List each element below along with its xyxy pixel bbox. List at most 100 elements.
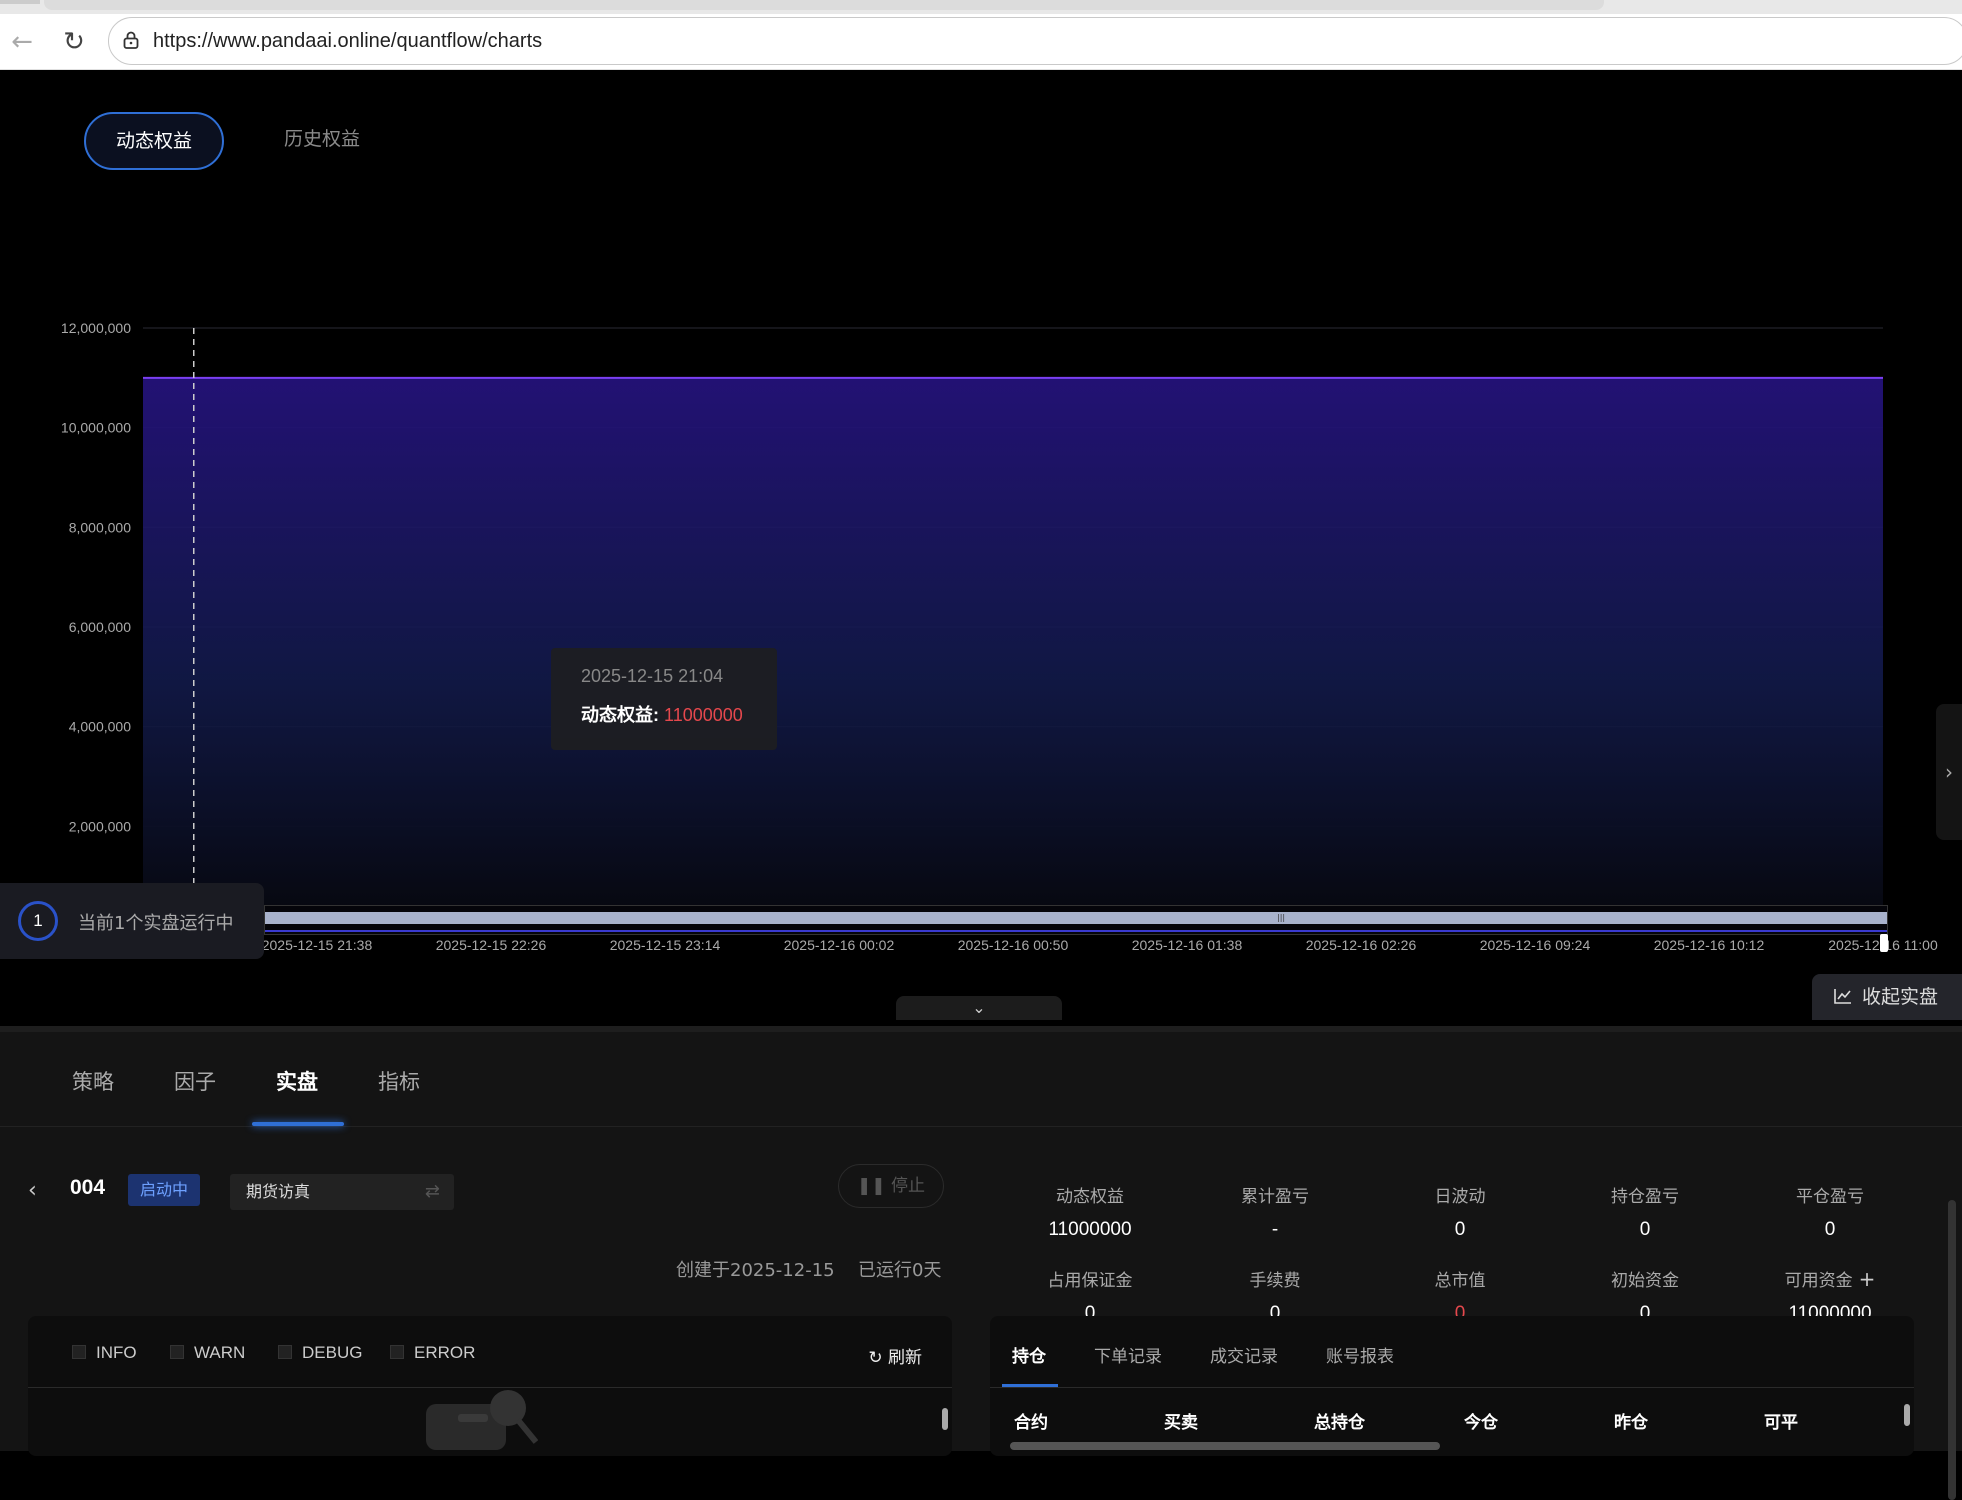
- positions-hscrollbar[interactable]: [1010, 1442, 1440, 1450]
- checkbox[interactable]: [390, 1345, 404, 1359]
- running-live-badge[interactable]: 1 当前1个实盘运行中: [0, 883, 264, 959]
- collapse-chevron-down-icon[interactable]: ⌄: [896, 996, 1062, 1020]
- metric-label: 持仓盈亏: [1611, 1187, 1679, 1207]
- stop-label: 停止: [890, 1176, 925, 1196]
- filter-debug[interactable]: DEBUG: [278, 1343, 362, 1363]
- equity-chart-svg: 02,000,0004,000,0006,000,0008,000,00010,…: [61, 320, 1938, 953]
- url-text: https://www.pandaai.online/quantflow/cha…: [153, 30, 543, 52]
- metric-dynamic-equity: 动态权益 11000000: [1000, 1182, 1180, 1241]
- back-arrow-icon[interactable]: ←: [4, 24, 40, 60]
- slider-baseline: [265, 930, 1887, 932]
- y-tick-label: 12,000,000: [61, 320, 131, 336]
- tab-dynamic-equity[interactable]: 动态权益: [84, 112, 225, 170]
- created-at: 创建于2025-12-15: [676, 1260, 835, 1281]
- metric-position-pnl: 持仓盈亏 0: [1555, 1182, 1735, 1241]
- metric-cumulative-pnl: 累计盈亏 -: [1185, 1182, 1365, 1241]
- tab-factor[interactable]: 因子: [174, 1066, 216, 1096]
- x-tick-label: 2025-12-15 22:26: [436, 937, 547, 953]
- side-expand-chevron-icon[interactable]: ›: [1936, 704, 1962, 840]
- data-zoom-slider[interactable]: |||: [264, 905, 1888, 935]
- column-header: 今仓: [1464, 1413, 1498, 1433]
- filter-warn[interactable]: WARN: [170, 1343, 245, 1363]
- running-days: 已运行0天: [858, 1260, 942, 1281]
- panel-scrollbar[interactable]: [1948, 1200, 1956, 1500]
- log-filter-bar: INFO WARN DEBUG ERROR ↻ 刷新: [28, 1316, 952, 1388]
- checkbox[interactable]: [170, 1345, 184, 1359]
- tab-account-report[interactable]: 账号报表: [1326, 1342, 1394, 1367]
- environment-select[interactable]: 期货访真 ⇄: [230, 1174, 454, 1210]
- y-tick-label: 4,000,000: [69, 719, 131, 735]
- browser-tab-strip: [0, 0, 1962, 14]
- metric-label: 日波动: [1434, 1187, 1486, 1207]
- x-tick-label: 2025-12-16 00:02: [784, 937, 895, 953]
- metric-label: 累计盈亏: [1241, 1187, 1309, 1207]
- swap-icon: ⇄: [424, 1181, 440, 1202]
- collapse-live-button[interactable]: 收起实盘: [1812, 974, 1962, 1020]
- tab-strategy[interactable]: 策略: [72, 1066, 114, 1096]
- filter-label: DEBUG: [302, 1343, 363, 1362]
- y-tick-label: 2,000,000: [69, 818, 131, 834]
- line-chart-icon: [1834, 989, 1851, 1004]
- column-header: 可平: [1764, 1413, 1798, 1433]
- address-bar: ← ↻ https://www.pandaai.online/quantflow…: [0, 14, 1962, 70]
- metric-label: 总市值: [1434, 1271, 1486, 1291]
- refresh-button[interactable]: ↻ 刷新: [868, 1343, 922, 1368]
- metric-value: 0: [1639, 1219, 1651, 1240]
- metric-value: 11000000: [1048, 1219, 1132, 1240]
- filter-info[interactable]: INFO: [72, 1343, 137, 1363]
- log-scrollbar[interactable]: [942, 1408, 948, 1430]
- filter-label: WARN: [194, 1343, 246, 1362]
- slider-end-handle[interactable]: [1880, 934, 1888, 952]
- filter-error[interactable]: ERROR: [390, 1343, 475, 1363]
- metric-label-text: 可用资金: [1784, 1271, 1853, 1291]
- y-tick-label: 10,000,000: [61, 420, 131, 436]
- chart-tooltip: 2025-12-15 21:04 动态权益: 11000000: [551, 648, 777, 750]
- active-tab-underline: [1002, 1384, 1058, 1387]
- column-header: 合约: [1014, 1413, 1048, 1433]
- strategy-code: 004: [70, 1176, 106, 1199]
- metric-label: 动态权益: [1056, 1187, 1124, 1207]
- tab-live[interactable]: 实盘: [276, 1066, 318, 1096]
- x-tick-label: 2025-12-16 01:38: [1132, 937, 1243, 953]
- plus-icon[interactable]: +: [1859, 1267, 1876, 1291]
- active-tab-underline: [252, 1122, 344, 1126]
- tab-orders[interactable]: 下单记录: [1094, 1342, 1162, 1367]
- x-tick-label: 2025-12-15 21:38: [262, 937, 373, 953]
- log-panel: INFO WARN DEBUG ERROR ↻ 刷新: [28, 1316, 952, 1456]
- tooltip-row: 动态权益: 11000000: [581, 701, 777, 727]
- x-tick-label: 2025-12-16 09:24: [1480, 937, 1591, 953]
- app-main: 动态权益 历史权益 0 2,000,000 4,000,000 6,000,000 8,…: [0, 70, 1962, 1500]
- reload-icon[interactable]: ↻: [56, 24, 92, 60]
- browser-tab[interactable]: [44, 0, 1604, 10]
- url-field[interactable]: https://www.pandaai.online/quantflow/cha…: [108, 17, 1962, 65]
- running-count-ring: 1: [18, 901, 58, 941]
- metric-label: 平仓盈亏: [1796, 1187, 1864, 1207]
- checkbox[interactable]: [72, 1345, 86, 1359]
- main-tabs: 策略 因子 实盘 指标: [0, 1032, 1962, 1127]
- positions-tabs: 持仓 下单记录 成交记录 账号报表: [990, 1316, 1914, 1388]
- slider-grip-icon[interactable]: |||: [1277, 914, 1287, 922]
- y-tick-label: 6,000,000: [69, 619, 131, 635]
- x-tick-label: 2025-12-16 10:12: [1654, 937, 1765, 953]
- positions-vscrollbar[interactable]: [1904, 1404, 1910, 1426]
- metrics-grid: 动态权益 11000000 累计盈亏 - 日波动 0 持仓盈亏 0 平仓盈亏 0…: [1000, 1128, 1920, 1324]
- metric-label: 可用资金 +: [1740, 1266, 1920, 1291]
- running-live-text: 当前1个实盘运行中: [78, 913, 234, 934]
- tab-indicator[interactable]: 指标: [378, 1066, 420, 1096]
- tab-positions[interactable]: 持仓: [1012, 1342, 1046, 1367]
- checkbox[interactable]: [278, 1345, 292, 1359]
- tab-trades[interactable]: 成交记录: [1210, 1342, 1278, 1367]
- positions-panel: 持仓 下单记录 成交记录 账号报表 合约 买卖 总持仓 今仓 昨仓 可平: [990, 1316, 1914, 1456]
- tooltip-date: 2025-12-15 21:04: [581, 666, 724, 686]
- metric-value: 0: [1824, 1219, 1836, 1240]
- stop-button[interactable]: ❚❚ 停止: [838, 1164, 944, 1208]
- empty-state-icon: [426, 1390, 538, 1450]
- tab-history-equity[interactable]: 历史权益: [254, 112, 390, 170]
- back-chevron-icon[interactable]: ‹: [28, 1178, 37, 1203]
- tooltip-value: 11000000: [664, 705, 743, 725]
- tooltip-label: 动态权益:: [581, 705, 659, 725]
- equity-chart[interactable]: 02,000,0004,000,0006,000,0008,000,00010,…: [0, 240, 1962, 960]
- environment-value: 期货访真: [246, 1182, 311, 1201]
- status-badge: 启动中: [128, 1174, 201, 1206]
- metric-label: 手续费: [1249, 1271, 1301, 1291]
